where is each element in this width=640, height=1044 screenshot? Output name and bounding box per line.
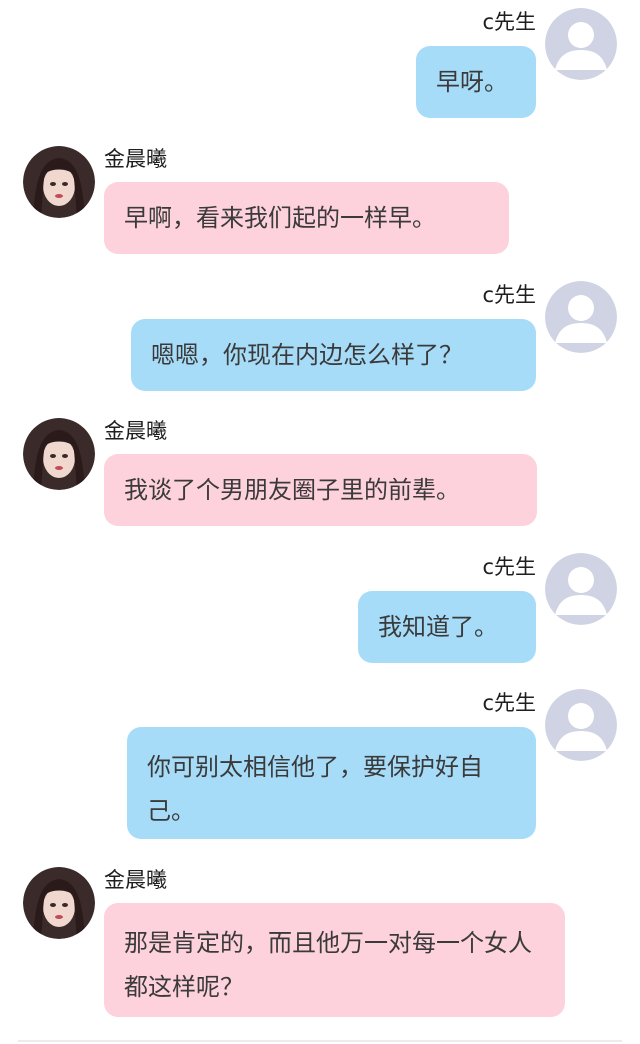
message-bubble[interactable]: 嗯嗯，你现在内边怎么样了？	[131, 319, 536, 391]
avatar[interactable]	[23, 867, 95, 939]
default-user-icon[interactable]	[545, 553, 617, 625]
default-user-icon[interactable]	[545, 8, 617, 80]
sender-name: c先生	[482, 555, 536, 579]
sender-name: c先生	[482, 10, 536, 34]
divider	[18, 1040, 622, 1042]
default-user-icon[interactable]	[545, 689, 617, 761]
message-bubble[interactable]: 你可别太相信他了，要保护好自己。	[127, 727, 536, 839]
avatar[interactable]	[23, 146, 95, 218]
message-bubble[interactable]: 那是肯定的，而且他万一对每一个女人都这样呢？	[104, 903, 565, 1017]
message-bubble[interactable]: 我谈了个男朋友圈子里的前辈。	[104, 454, 537, 526]
sender-name: 金晨曦	[104, 868, 167, 892]
sender-name: 金晨曦	[104, 147, 167, 171]
message-bubble[interactable]: 我知道了。	[358, 591, 536, 663]
message-bubble[interactable]: 早啊，看来我们起的一样早。	[104, 182, 509, 254]
avatar[interactable]	[23, 418, 95, 490]
sender-name: c先生	[482, 283, 536, 307]
default-user-icon[interactable]	[545, 281, 617, 353]
sender-name: 金晨曦	[104, 419, 167, 443]
message-bubble[interactable]: 早呀。	[416, 46, 536, 118]
chat-conversation: c先生 早呀。 金晨曦 早啊，看来我们起的一样早。 c先生 嗯嗯，你现在内边怎么…	[0, 0, 640, 1044]
sender-name: c先生	[482, 691, 536, 715]
